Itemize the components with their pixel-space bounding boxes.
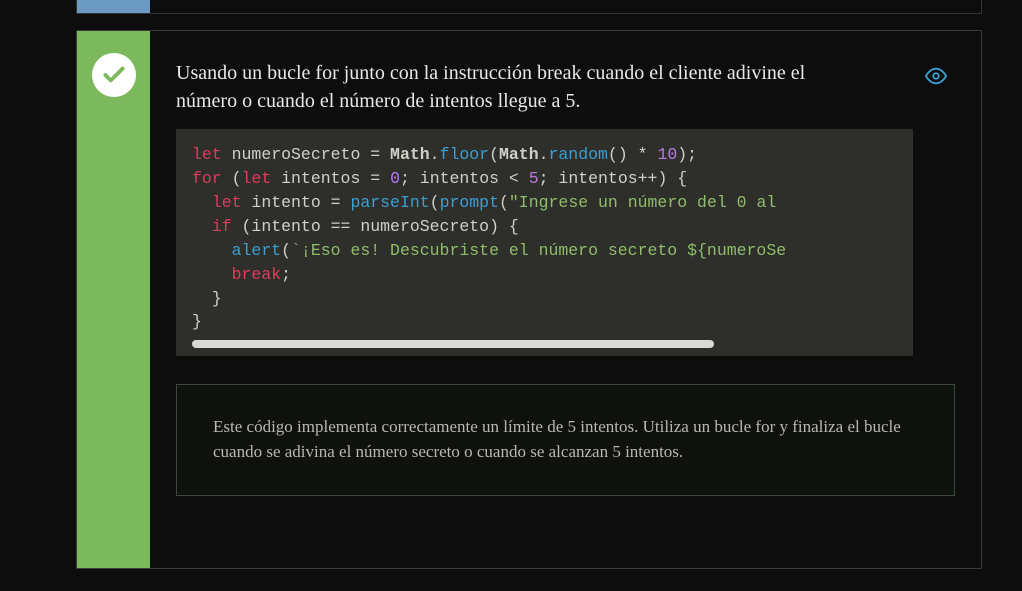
code-block: let numeroSecreto = Math.floor(Math.rand… [176,129,913,356]
eye-icon[interactable] [925,65,947,87]
card-content: Usando un bucle for junto con la instruc… [150,31,981,568]
check-icon [92,53,136,97]
horizontal-scrollbar[interactable] [192,340,897,348]
code-content: let numeroSecreto = Math.floor(Math.rand… [192,143,897,334]
previous-card-border [76,0,982,14]
answer-title: Usando un bucle for junto con la instruc… [176,59,856,115]
answer-card: Usando un bucle for junto con la instruc… [76,30,982,569]
status-sidebar [77,31,150,568]
explanation-text: Este código implementa correctamente un … [213,415,918,464]
explanation-box: Este código implementa correctamente un … [176,384,955,495]
scrollbar-thumb[interactable] [192,340,714,348]
